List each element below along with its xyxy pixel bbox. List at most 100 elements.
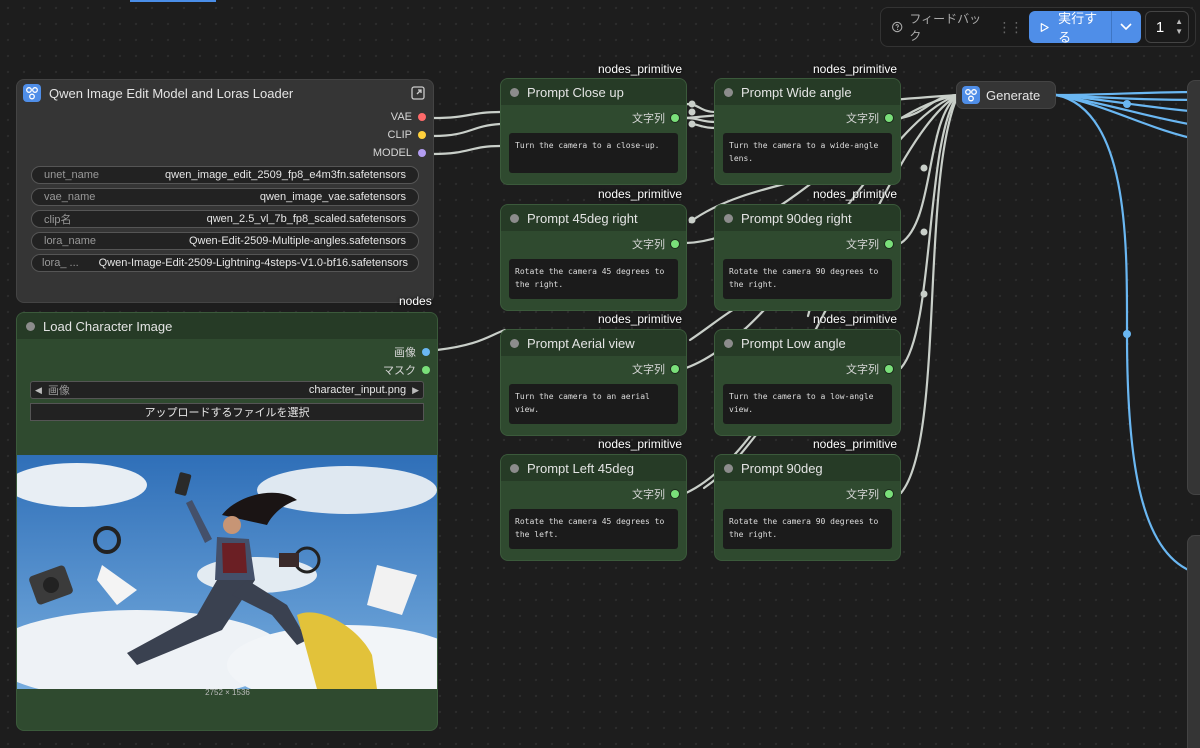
widget-value: Qwen-Image-Edit-2509-Lightning-4steps-V1… xyxy=(98,257,408,269)
output-label: 文字列 xyxy=(632,489,665,501)
prompt-node-output[interactable]: 文字列 xyxy=(501,360,686,378)
node-status-dot xyxy=(26,321,35,331)
output-image[interactable]: 画像 xyxy=(17,343,437,361)
prompt-node-output[interactable]: 文字列 xyxy=(501,109,686,127)
prompt-low-angle-node[interactable]: Prompt Low angle 文字列 Turn the camera to … xyxy=(714,329,901,436)
run-options-dropdown[interactable] xyxy=(1110,11,1141,43)
prompt-node-header[interactable]: Prompt 90deg xyxy=(715,455,900,481)
prompt-node-title: Prompt 90deg right xyxy=(741,210,852,226)
prompt-node-header[interactable]: Prompt Aerial view xyxy=(501,330,686,356)
run-button[interactable]: 実行する xyxy=(1029,11,1141,43)
prompt-node-output[interactable]: 文字列 xyxy=(501,235,686,253)
output-mask-label: マスク xyxy=(383,365,416,377)
prompt-textarea[interactable]: Rotate the camera 45 degrees to the righ… xyxy=(509,259,678,299)
mask-socket[interactable] xyxy=(422,366,430,374)
subgraph-icon xyxy=(962,86,980,104)
string-socket[interactable] xyxy=(885,240,893,248)
prompt-node-output[interactable]: 文字列 xyxy=(715,485,900,503)
upload-button[interactable]: アップロードするファイルを選択 xyxy=(30,403,424,421)
prompt-textarea[interactable]: Turn the camera to a wide-angle lens. xyxy=(723,133,892,173)
prompt-node-header[interactable]: Prompt Left 45deg xyxy=(501,455,686,481)
prompt-node-output[interactable]: 文字列 xyxy=(501,485,686,503)
prompt-wide-angle-node[interactable]: Prompt Wide angle 文字列 Turn the camera to… xyxy=(714,78,901,185)
vae-socket[interactable] xyxy=(418,113,426,121)
arrow-left-icon[interactable]: ◀ xyxy=(35,385,42,396)
offscreen-node-bottom[interactable] xyxy=(1187,535,1200,748)
feedback-button[interactable]: フィードバック xyxy=(891,12,983,43)
chevron-down-icon xyxy=(1120,23,1132,31)
prompt-close-up-node[interactable]: Prompt Close up 文字列 Turn the camera to a… xyxy=(500,78,687,185)
string-socket[interactable] xyxy=(671,114,679,122)
loader-node[interactable]: Qwen Image Edit Model and Loras Loader V… xyxy=(16,79,434,303)
clip-socket[interactable] xyxy=(418,131,426,139)
node-status-dot xyxy=(510,338,519,348)
prompt-45deg-right-node[interactable]: Prompt 45deg right 文字列 Rotate the camera… xyxy=(500,204,687,311)
prompt-node-header[interactable]: Prompt Low angle xyxy=(715,330,900,356)
output-model-label: MODEL xyxy=(372,147,412,159)
widget-vae-name[interactable]: vae_name qwen_image_vae.safetensors xyxy=(31,188,419,206)
widget-value: qwen_image_vae.safetensors xyxy=(259,191,406,203)
model-socket[interactable] xyxy=(418,149,426,157)
load-image-node[interactable]: Load Character Image 画像 マスク ◀ 画像 characte… xyxy=(16,312,438,731)
widget-label: unet_name xyxy=(44,169,100,181)
prompt-node-output[interactable]: 文字列 xyxy=(715,360,900,378)
prompt-textarea[interactable]: Rotate the camera 90 degrees to the righ… xyxy=(723,259,892,299)
prompt-left-45deg-node[interactable]: Prompt Left 45deg 文字列 Rotate the camera … xyxy=(500,454,687,561)
queue-count-input[interactable]: 1 ▲ ▼ xyxy=(1144,11,1189,43)
prompt-textarea[interactable]: Rotate the camera 45 degrees to the left… xyxy=(509,509,678,549)
expand-icon[interactable] xyxy=(411,86,425,100)
prompt-node-header[interactable]: Prompt Close up xyxy=(501,79,686,105)
prompt-node-title: Prompt Aerial view xyxy=(527,335,635,351)
prompt-node-title: Prompt Low angle xyxy=(741,335,846,351)
node-source-tag: nodes_primitive xyxy=(598,312,683,326)
string-socket[interactable] xyxy=(671,240,679,248)
widget-lora-lightning[interactable]: lora_ ... Qwen-Image-Edit-2509-Lightning-… xyxy=(31,254,419,272)
stepper-arrows-icon[interactable]: ▲ ▼ xyxy=(1175,17,1183,37)
prompt-aerial-view-node[interactable]: Prompt Aerial view 文字列 Turn the camera t… xyxy=(500,329,687,436)
offscreen-node-top[interactable] xyxy=(1187,80,1200,495)
string-socket[interactable] xyxy=(885,114,893,122)
string-socket[interactable] xyxy=(885,490,893,498)
prompt-textarea[interactable]: Turn the camera to a low-angle view. xyxy=(723,384,892,424)
widget-clip-name[interactable]: clip名 qwen_2.5_vl_7b_fp8_scaled.safetenso… xyxy=(31,210,419,228)
prompt-node-output[interactable]: 文字列 xyxy=(715,235,900,253)
prompt-textarea[interactable]: Turn the camera to an aerial view. xyxy=(509,384,678,424)
upload-button-label: アップロードするファイルを選択 xyxy=(144,407,310,419)
generate-node[interactable]: Generate xyxy=(956,81,1056,109)
prompt-node-output[interactable]: 文字列 xyxy=(715,109,900,127)
run-main-button[interactable]: 実行する xyxy=(1029,11,1110,43)
load-image-header[interactable]: Load Character Image xyxy=(17,313,437,339)
run-label: 実行する xyxy=(1058,11,1098,43)
node-status-dot xyxy=(510,87,519,97)
string-socket[interactable] xyxy=(671,365,679,373)
drag-handle-icon[interactable]: ⋮⋮ xyxy=(997,19,1023,36)
prompt-90deg-right-node[interactable]: Prompt 90deg right 文字列 Rotate the camera… xyxy=(714,204,901,311)
node-source-tag: nodes_primitive xyxy=(598,62,683,76)
image-socket[interactable] xyxy=(422,348,430,356)
output-mask[interactable]: マスク xyxy=(17,361,437,379)
output-clip-label: CLIP xyxy=(387,129,412,141)
prompt-node-title: Prompt 45deg right xyxy=(527,210,638,226)
prompt-node-header[interactable]: Prompt 45deg right xyxy=(501,205,686,231)
widget-unet-name[interactable]: unet_name qwen_image_edit_2509_fp8_e4m3fn… xyxy=(31,166,419,184)
output-label: 文字列 xyxy=(632,239,665,251)
widget-lora-name[interactable]: lora_name Qwen-Edit-2509-Multiple-angles.… xyxy=(31,232,419,250)
string-socket[interactable] xyxy=(885,365,893,373)
output-vae[interactable]: VAE xyxy=(17,108,433,126)
prompt-node-header[interactable]: Prompt 90deg right xyxy=(715,205,900,231)
prompt-textarea[interactable]: Rotate the camera 90 degrees to the righ… xyxy=(723,509,892,549)
output-clip[interactable]: CLIP xyxy=(17,126,433,144)
prompt-textarea[interactable]: Turn the camera to a close-up. xyxy=(509,133,678,173)
prompt-node-title: Prompt Left 45deg xyxy=(527,460,634,476)
loader-node-header[interactable]: Qwen Image Edit Model and Loras Loader xyxy=(17,80,433,106)
string-socket[interactable] xyxy=(671,490,679,498)
prompt-node-header[interactable]: Prompt Wide angle xyxy=(715,79,900,105)
play-icon xyxy=(1041,22,1050,32)
subgraph-icon xyxy=(23,84,41,102)
arrow-right-icon[interactable]: ▶ xyxy=(412,385,419,396)
prompt-90deg-node[interactable]: Prompt 90deg 文字列 Rotate the camera 90 de… xyxy=(714,454,901,561)
output-model[interactable]: MODEL xyxy=(17,144,433,162)
image-widget-value: character_input.png xyxy=(308,384,407,396)
node-source-tag: nodes_primitive xyxy=(598,437,683,451)
image-select-widget[interactable]: ◀ 画像 character_input.png ▶ xyxy=(30,381,424,399)
